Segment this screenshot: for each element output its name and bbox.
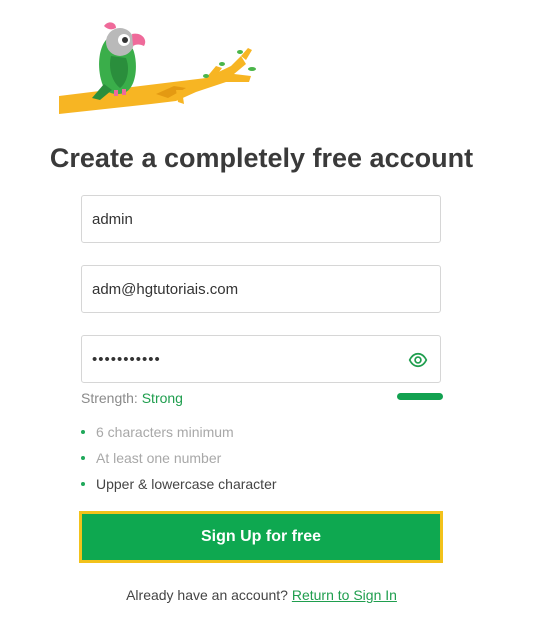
return-to-sign-in-link[interactable]: Return to Sign In [292,587,397,603]
email-field[interactable] [81,265,441,313]
password-field[interactable] [81,335,441,383]
bullet-icon [81,482,85,486]
footer-text: Already have an account? [126,587,288,603]
strength-label: Strength: [81,390,138,406]
password-input[interactable] [82,336,392,382]
bullet-icon [81,430,85,434]
sign-up-button[interactable]: Sign Up for free [79,511,443,563]
strength-meter [397,393,443,400]
page-title: Create a completely free account [49,143,474,173]
username-input[interactable] [82,196,392,242]
rule-text: 6 characters minimum [96,424,234,440]
username-field[interactable] [81,195,441,243]
bullet-icon [81,456,85,460]
strength-value: Strong [141,390,183,406]
rule-item: Upper & lowercase character [81,475,277,501]
rule-text: At least one number [96,450,222,466]
password-rules: 6 characters minimum At least one number… [81,423,277,501]
rule-item: 6 characters minimum [81,423,277,449]
password-strength: Strength: Strong [81,390,183,406]
parrot-logo [59,22,256,114]
email-input[interactable] [82,266,392,312]
eye-icon[interactable] [408,350,428,370]
rule-item: At least one number [81,449,277,475]
rule-text: Upper & lowercase character [96,476,277,492]
sign-in-prompt: Already have an account? Return to Sign … [0,587,523,603]
